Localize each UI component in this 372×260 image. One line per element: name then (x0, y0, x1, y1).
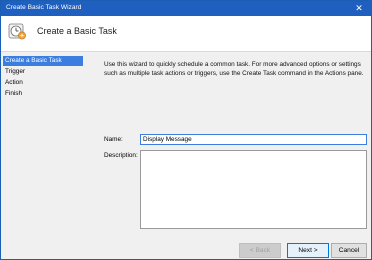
title-bar[interactable]: Create Basic Task Wizard ✕ (1, 1, 371, 16)
back-button[interactable]: < Back (239, 243, 281, 258)
wizard-window: Create Basic Task Wizard ✕ Create a Basi… (0, 0, 372, 260)
page-title: Create a Basic Task (37, 26, 117, 36)
description-textarea[interactable] (140, 150, 367, 229)
next-button[interactable]: Next > (287, 243, 329, 258)
wizard-content: Use this wizard to quickly schedule a co… (88, 57, 368, 247)
step-action[interactable]: Action (3, 78, 83, 88)
intro-text: Use this wizard to quickly schedule a co… (104, 61, 364, 77)
window-title: Create Basic Task Wizard (6, 4, 82, 11)
wizard-header: Create a Basic Task (1, 16, 371, 52)
task-scheduler-icon (8, 23, 26, 40)
step-create-basic-task[interactable]: Create a Basic Task (3, 56, 83, 66)
name-label: Name: (104, 136, 123, 143)
description-label: Description: (104, 152, 138, 159)
close-icon[interactable]: ✕ (350, 1, 368, 16)
step-finish[interactable]: Finish (3, 89, 83, 99)
name-input[interactable] (140, 134, 367, 145)
wizard-steps: Create a Basic Task Trigger Action Finis… (1, 56, 83, 246)
cancel-button[interactable]: Cancel (331, 243, 367, 258)
step-trigger[interactable]: Trigger (3, 67, 83, 77)
wizard-footer: < Back Next > Cancel (1, 239, 371, 260)
